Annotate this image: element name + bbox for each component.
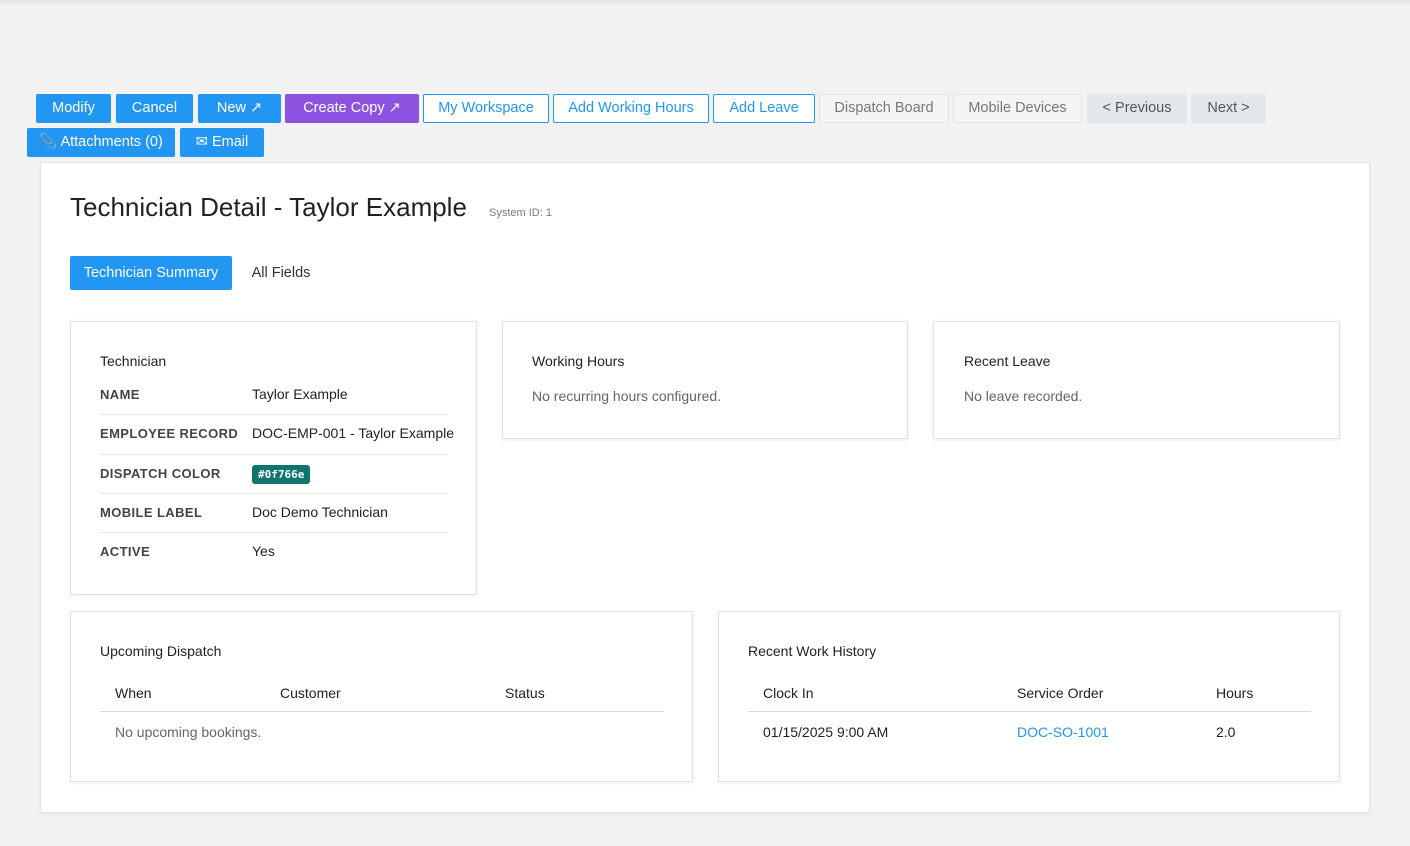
next-button[interactable]: Next >	[1191, 94, 1266, 123]
technician-card: Technician NAME Taylor Example EMPLOYEE …	[70, 321, 477, 595]
tab-all-fields[interactable]: All Fields	[236, 256, 326, 290]
work-history-hours: 2.0	[1216, 724, 1236, 740]
field-divider	[100, 454, 447, 455]
dispatch-board-button[interactable]: Dispatch Board	[819, 94, 949, 123]
add-working-hours-button[interactable]: Add Working Hours	[553, 94, 709, 123]
active-label: ACTIVE	[100, 544, 151, 559]
recent-leave-title: Recent Leave	[964, 353, 1051, 369]
service-order-link[interactable]: DOC-SO-1001	[1017, 724, 1109, 740]
table-header-divider	[748, 711, 1311, 712]
column-header-status: Status	[505, 685, 545, 701]
employee-record-label: EMPLOYEE RECORD	[100, 426, 239, 441]
column-header-when: When	[115, 685, 152, 701]
work-history-clock-in: 01/15/2025 9:00 AM	[763, 724, 889, 740]
field-divider	[100, 414, 447, 415]
recent-leave-card: Recent Leave No leave recorded.	[933, 321, 1340, 439]
field-divider	[100, 532, 447, 533]
name-label: NAME	[100, 387, 140, 402]
cancel-button[interactable]: Cancel	[116, 94, 193, 123]
recent-work-history-card: Recent Work History Clock In Service Ord…	[718, 611, 1340, 782]
dispatch-color-badge: #0f766e	[252, 465, 311, 484]
mobile-label-value: Doc Demo Technician	[252, 504, 388, 520]
column-header-clock-in: Clock In	[763, 685, 814, 701]
system-id: System ID: 1	[489, 207, 552, 219]
field-divider	[100, 493, 447, 494]
employee-record-value: DOC-EMP-001 - Taylor Example	[252, 425, 455, 441]
previous-button[interactable]: < Previous	[1087, 94, 1187, 123]
name-value: Taylor Example	[252, 386, 348, 402]
upcoming-dispatch-card: Upcoming Dispatch When Customer Status N…	[70, 611, 693, 782]
add-leave-button[interactable]: Add Leave	[713, 94, 815, 123]
recent-work-history-title: Recent Work History	[748, 643, 877, 659]
recent-leave-empty: No leave recorded.	[964, 388, 1083, 404]
email-button[interactable]: ✉ Email	[180, 128, 264, 157]
upcoming-dispatch-title: Upcoming Dispatch	[100, 643, 222, 659]
working-hours-empty: No recurring hours configured.	[532, 388, 722, 404]
technician-card-title: Technician	[100, 353, 167, 369]
mobile-label-label: MOBILE LABEL	[100, 505, 203, 520]
working-hours-card: Working Hours No recurring hours configu…	[502, 321, 908, 439]
attachments-button[interactable]: 📎 Attachments (0)	[27, 128, 175, 157]
new-button[interactable]: New ↗	[198, 94, 281, 123]
working-hours-title: Working Hours	[532, 353, 625, 369]
dispatch-color-label: DISPATCH COLOR	[100, 466, 221, 481]
column-header-service-order: Service Order	[1017, 685, 1104, 701]
active-value: Yes	[252, 543, 275, 559]
column-header-hours: Hours	[1216, 685, 1254, 701]
column-header-customer: Customer	[280, 685, 341, 701]
modify-button[interactable]: Modify	[36, 94, 111, 123]
mobile-devices-button[interactable]: Mobile Devices	[953, 94, 1082, 123]
tab-technician-summary[interactable]: Technician Summary	[70, 256, 232, 290]
upcoming-dispatch-empty: No upcoming bookings.	[115, 724, 262, 740]
top-bar-shadow	[0, 0, 1410, 6]
table-header-divider	[100, 711, 664, 712]
create-copy-button[interactable]: Create Copy ↗	[285, 94, 419, 123]
page-title: Technician Detail - Taylor Example	[70, 192, 467, 222]
my-workspace-button[interactable]: My Workspace	[423, 94, 549, 123]
